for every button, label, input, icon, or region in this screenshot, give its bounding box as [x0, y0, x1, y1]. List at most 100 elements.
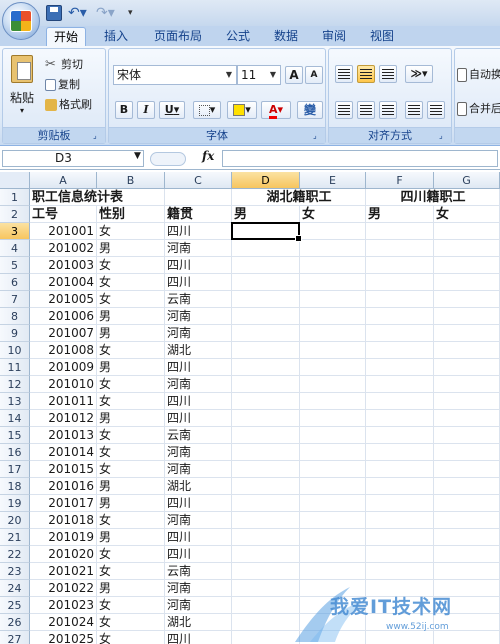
cell-d20[interactable] [232, 512, 300, 529]
cell-c13[interactable]: 四川 [165, 393, 232, 410]
cell-f17[interactable] [366, 461, 434, 478]
font-launcher-icon[interactable]: ⌟ [313, 131, 322, 140]
cell-g11[interactable] [434, 359, 500, 376]
cell-a9[interactable]: 201007 [30, 325, 97, 342]
cell-b13[interactable]: 女 [97, 393, 165, 410]
cell-d5[interactable] [232, 257, 300, 274]
cell-f8[interactable] [366, 308, 434, 325]
cell-g21[interactable] [434, 529, 500, 546]
cell-c17[interactable]: 河南 [165, 461, 232, 478]
cell-d24[interactable] [232, 580, 300, 597]
tab-formulas[interactable]: 公式 [218, 27, 258, 46]
italic-button[interactable]: I [137, 101, 155, 119]
cell-b5[interactable]: 女 [97, 257, 165, 274]
cell-g24[interactable] [434, 580, 500, 597]
cell-f19[interactable] [366, 495, 434, 512]
align-top-button[interactable] [335, 65, 353, 83]
cell-a14[interactable]: 201012 [30, 410, 97, 427]
cell-e26[interactable] [300, 614, 366, 631]
cell-f24[interactable] [366, 580, 434, 597]
cell-d17[interactable] [232, 461, 300, 478]
cell-e20[interactable] [300, 512, 366, 529]
cell-g4[interactable] [434, 240, 500, 257]
cell-a4[interactable]: 201002 [30, 240, 97, 257]
cell-b23[interactable]: 女 [97, 563, 165, 580]
column-header-f[interactable]: F [366, 172, 434, 189]
row-header-13[interactable]: 13 [0, 393, 30, 410]
cell-f20[interactable] [366, 512, 434, 529]
cell-g19[interactable] [434, 495, 500, 512]
format-painter-button[interactable]: 格式刷 [45, 97, 92, 113]
cell-e4[interactable] [300, 240, 366, 257]
cell-e3[interactable] [300, 223, 366, 240]
cell-f10[interactable] [366, 342, 434, 359]
cell-c23[interactable]: 云南 [165, 563, 232, 580]
cell-a3[interactable]: 201001 [30, 223, 97, 240]
wrap-text-button[interactable]: 自动换 [457, 67, 500, 83]
cell-b6[interactable]: 女 [97, 274, 165, 291]
cell-c22[interactable]: 四川 [165, 546, 232, 563]
cell-f27[interactable] [366, 631, 434, 644]
tab-data[interactable]: 数据 [266, 27, 306, 46]
grow-font-button[interactable]: A [285, 66, 303, 84]
cell-f26[interactable] [366, 614, 434, 631]
cell-d9[interactable] [232, 325, 300, 342]
column-header-b[interactable]: B [97, 172, 165, 189]
cell-e16[interactable] [300, 444, 366, 461]
cell-d27[interactable] [232, 631, 300, 644]
copy-button[interactable]: 复制 [45, 77, 80, 93]
cell-e18[interactable] [300, 478, 366, 495]
cell-a22[interactable]: 201020 [30, 546, 97, 563]
cell-f6[interactable] [366, 274, 434, 291]
row-header-12[interactable]: 12 [0, 376, 30, 393]
row-header-27[interactable]: 27 [0, 631, 30, 644]
font-color-button[interactable]: A▾ [261, 101, 291, 119]
cell-c27[interactable]: 四川 [165, 631, 232, 644]
cell-b17[interactable]: 女 [97, 461, 165, 478]
row-header-18[interactable]: 18 [0, 478, 30, 495]
cell-e14[interactable] [300, 410, 366, 427]
underline-button[interactable]: U▾ [159, 101, 185, 119]
row-header-23[interactable]: 23 [0, 563, 30, 580]
cell-e9[interactable] [300, 325, 366, 342]
cell-b4[interactable]: 男 [97, 240, 165, 257]
row-header-10[interactable]: 10 [0, 342, 30, 359]
cell-d10[interactable] [232, 342, 300, 359]
cell-g5[interactable] [434, 257, 500, 274]
cell-d11[interactable] [232, 359, 300, 376]
cell-f15[interactable] [366, 427, 434, 444]
cell-a19[interactable]: 201017 [30, 495, 97, 512]
cell-e15[interactable] [300, 427, 366, 444]
cell-a7[interactable]: 201005 [30, 291, 97, 308]
cell-d6[interactable] [232, 274, 300, 291]
cell-c16[interactable]: 河南 [165, 444, 232, 461]
row-header-24[interactable]: 24 [0, 580, 30, 597]
align-left-button[interactable] [335, 101, 353, 119]
align-bottom-button[interactable] [379, 65, 397, 83]
cell-a8[interactable]: 201006 [30, 308, 97, 325]
row-header-14[interactable]: 14 [0, 410, 30, 427]
cell-a23[interactable]: 201021 [30, 563, 97, 580]
cell-g14[interactable] [434, 410, 500, 427]
cell-e21[interactable] [300, 529, 366, 546]
row-header-8[interactable]: 8 [0, 308, 30, 325]
cell-g13[interactable] [434, 393, 500, 410]
cell-d14[interactable] [232, 410, 300, 427]
row-header-9[interactable]: 9 [0, 325, 30, 342]
cell-c15[interactable]: 云南 [165, 427, 232, 444]
cell-a15[interactable]: 201013 [30, 427, 97, 444]
cell-g17[interactable] [434, 461, 500, 478]
cell-a17[interactable]: 201015 [30, 461, 97, 478]
cell-b19[interactable]: 男 [97, 495, 165, 512]
cell-a26[interactable]: 201024 [30, 614, 97, 631]
cell-d19[interactable] [232, 495, 300, 512]
redo-icon[interactable]: ↷▾ [96, 5, 115, 21]
row-header-7[interactable]: 7 [0, 291, 30, 308]
cell-f14[interactable] [366, 410, 434, 427]
cell-g27[interactable] [434, 631, 500, 644]
tab-review[interactable]: 审阅 [314, 27, 354, 46]
tab-insert[interactable]: 插入 [96, 27, 136, 46]
align-right-button[interactable] [379, 101, 397, 119]
cell-g23[interactable] [434, 563, 500, 580]
column-header-g[interactable]: G [434, 172, 500, 189]
